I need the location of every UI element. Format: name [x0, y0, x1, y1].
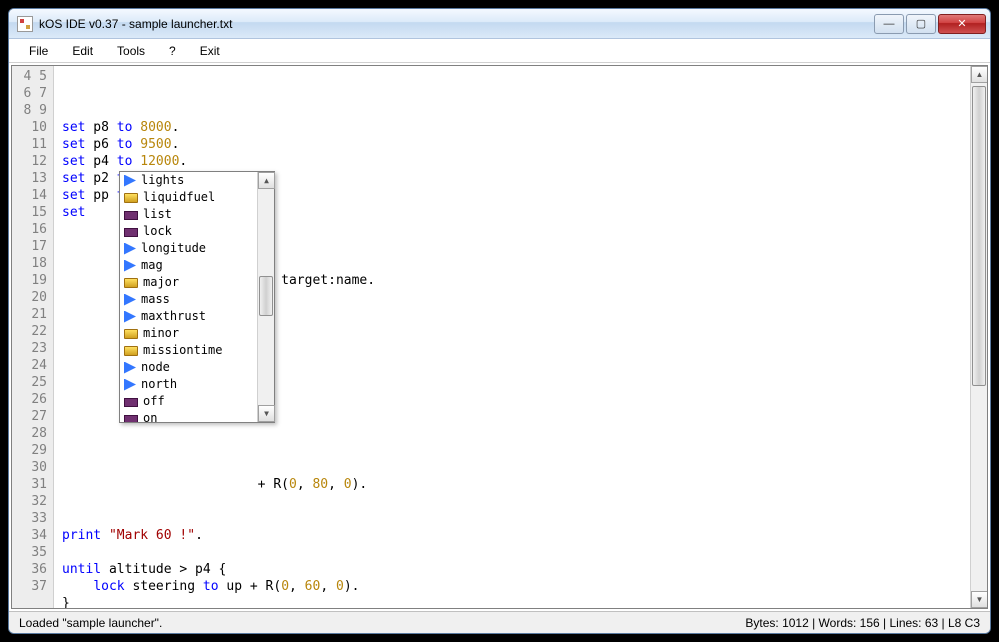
- menubar: File Edit Tools ? Exit: [9, 39, 990, 63]
- block-icon: [124, 228, 138, 237]
- autocomplete-item[interactable]: off: [120, 393, 257, 410]
- line-number-gutter: 4 5 6 7 8 9 10 11 12 13 14 15 16 17 18 1…: [12, 66, 54, 608]
- status-right: Bytes: 1012 | Words: 156 | Lines: 63 | L…: [745, 616, 980, 630]
- autocomplete-item[interactable]: maxthrust: [120, 308, 257, 325]
- menu-help[interactable]: ?: [157, 40, 188, 62]
- autocomplete-item-label: lock: [143, 223, 172, 240]
- code-line[interactable]: [62, 459, 962, 476]
- autocomplete-item[interactable]: minor: [120, 325, 257, 342]
- scroll-up-icon[interactable]: ▲: [971, 66, 988, 83]
- code-line[interactable]: [62, 442, 962, 459]
- code-line[interactable]: [62, 510, 962, 527]
- block-icon: [124, 211, 138, 220]
- triangle-icon: [124, 175, 136, 187]
- autocomplete-item-label: lights: [141, 172, 184, 189]
- autocomplete-item[interactable]: on: [120, 410, 257, 422]
- code-line[interactable]: lock steering to up + R(0, 60, 0).: [62, 578, 962, 595]
- autocomplete-item-label: longitude: [141, 240, 206, 257]
- statusbar: Loaded "sample launcher". Bytes: 1012 | …: [9, 611, 990, 633]
- code-line[interactable]: }: [62, 595, 962, 609]
- block-icon: [124, 415, 138, 422]
- code-line[interactable]: [62, 544, 962, 561]
- autocomplete-item[interactable]: mass: [120, 291, 257, 308]
- scroll-up-icon[interactable]: ▲: [258, 172, 275, 189]
- maximize-button[interactable]: ▢: [906, 14, 936, 34]
- triangle-icon: [124, 362, 136, 374]
- menu-exit[interactable]: Exit: [188, 40, 232, 62]
- autocomplete-item-label: maxthrust: [141, 308, 206, 325]
- autocomplete-item[interactable]: north: [120, 376, 257, 393]
- code-line[interactable]: [62, 493, 962, 510]
- autocomplete-item[interactable]: longitude: [120, 240, 257, 257]
- autocomplete-item[interactable]: node: [120, 359, 257, 376]
- autocomplete-item-label: node: [141, 359, 170, 376]
- scroll-down-icon[interactable]: ▼: [258, 405, 275, 422]
- app-window: kOS IDE v0.37 - sample launcher.txt — ▢ …: [8, 8, 991, 634]
- minimize-button[interactable]: —: [874, 14, 904, 34]
- code-line[interactable]: set p6 to 9500.: [62, 136, 962, 153]
- autocomplete-item-label: off: [143, 393, 165, 410]
- editor-scroll-thumb[interactable]: [972, 86, 986, 386]
- autocomplete-item[interactable]: liquidfuel: [120, 189, 257, 206]
- autocomplete-item-label: mag: [141, 257, 163, 274]
- close-button[interactable]: ✕: [938, 14, 986, 34]
- code-line[interactable]: set p8 to 8000.: [62, 119, 962, 136]
- autocomplete-scrollbar[interactable]: ▲ ▼: [257, 172, 274, 422]
- autocomplete-scroll-thumb[interactable]: [259, 276, 273, 316]
- code-line[interactable]: set p4 to 12000.: [62, 153, 962, 170]
- code-line[interactable]: [62, 425, 962, 442]
- autocomplete-item-label: list: [143, 206, 172, 223]
- triangle-icon: [124, 294, 136, 306]
- autocomplete-item[interactable]: major: [120, 274, 257, 291]
- app-icon: [17, 16, 33, 32]
- triangle-icon: [124, 379, 136, 391]
- autocomplete-item-label: north: [141, 376, 177, 393]
- autocomplete-popup: lightsliquidfuellistlocklongitudemagmajo…: [119, 171, 275, 423]
- triangle-icon: [124, 311, 136, 323]
- editor: 4 5 6 7 8 9 10 11 12 13 14 15 16 17 18 1…: [11, 65, 988, 609]
- triangle-icon: [124, 243, 136, 255]
- autocomplete-item-label: missiontime: [143, 342, 222, 359]
- menu-file[interactable]: File: [17, 40, 60, 62]
- block-icon: [124, 398, 138, 407]
- triangle-icon: [124, 260, 136, 272]
- autocomplete-item-label: major: [143, 274, 179, 291]
- autocomplete-item[interactable]: lock: [120, 223, 257, 240]
- autocomplete-item[interactable]: list: [120, 206, 257, 223]
- autocomplete-list[interactable]: lightsliquidfuellistlocklongitudemagmajo…: [120, 172, 257, 422]
- autocomplete-item-label: liquidfuel: [143, 189, 215, 206]
- autocomplete-item[interactable]: lights: [120, 172, 257, 189]
- code-line[interactable]: until altitude > p4 {: [62, 561, 962, 578]
- status-left: Loaded "sample launcher".: [19, 616, 162, 630]
- autocomplete-item[interactable]: missiontime: [120, 342, 257, 359]
- folder-icon: [124, 329, 138, 339]
- folder-icon: [124, 278, 138, 288]
- menu-edit[interactable]: Edit: [60, 40, 105, 62]
- titlebar[interactable]: kOS IDE v0.37 - sample launcher.txt — ▢ …: [9, 9, 990, 39]
- menu-tools[interactable]: Tools: [105, 40, 157, 62]
- code-line[interactable]: + R(0, 80, 0).: [62, 476, 962, 493]
- folder-icon: [124, 193, 138, 203]
- scroll-down-icon[interactable]: ▼: [971, 591, 988, 608]
- editor-scrollbar[interactable]: ▲ ▼: [970, 66, 987, 608]
- autocomplete-item[interactable]: mag: [120, 257, 257, 274]
- code-area[interactable]: lightsliquidfuellistlocklongitudemagmajo…: [54, 66, 970, 608]
- window-controls: — ▢ ✕: [874, 14, 986, 34]
- autocomplete-item-label: on: [143, 410, 157, 422]
- autocomplete-item-label: mass: [141, 291, 170, 308]
- code-line[interactable]: print "Mark 60 !".: [62, 527, 962, 544]
- autocomplete-item-label: minor: [143, 325, 179, 342]
- folder-icon: [124, 346, 138, 356]
- window-title: kOS IDE v0.37 - sample launcher.txt: [39, 17, 874, 31]
